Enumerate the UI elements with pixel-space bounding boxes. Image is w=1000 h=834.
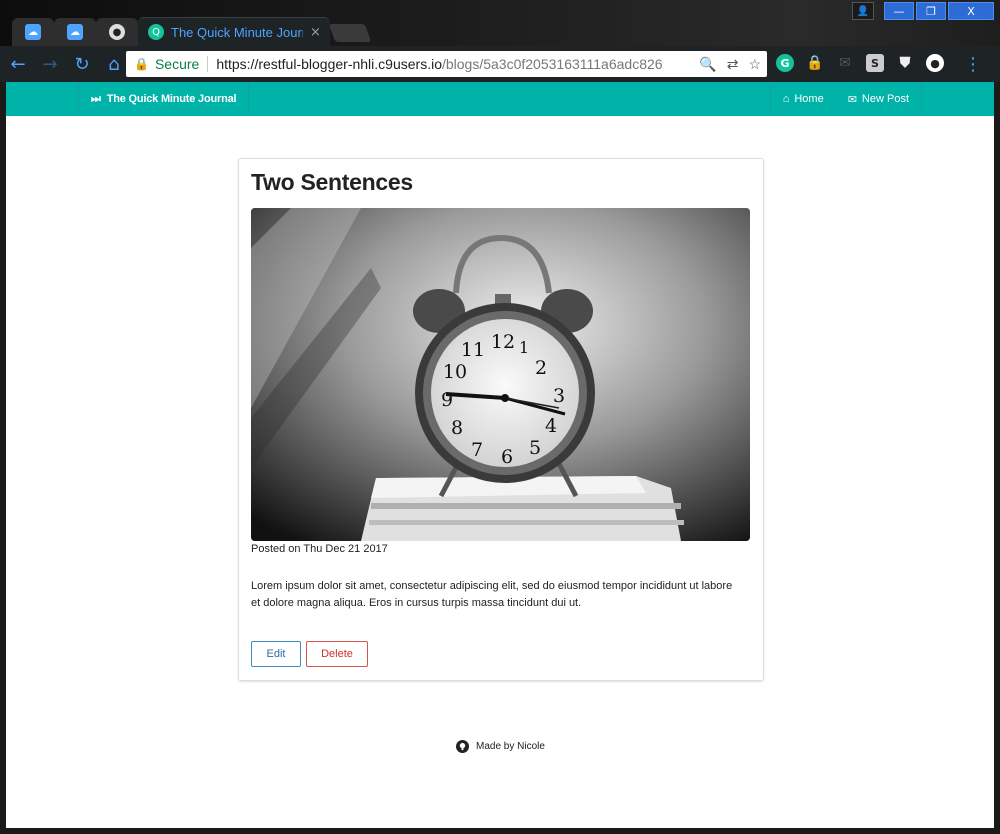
pinned-tab-cloud9-1[interactable]: ☁ — [12, 18, 54, 46]
browser-toolbar: ← → ↻ ⌂ 🔒 Secure https://restful-blogger… — [0, 46, 1000, 82]
svg-text:7: 7 — [471, 439, 483, 461]
post-body: Lorem ipsum dolor sit amet, consectetur … — [251, 580, 733, 609]
minimize-button[interactable]: — — [884, 2, 914, 20]
nav-home[interactable]: ⌂ Home — [771, 82, 836, 116]
svg-text:8: 8 — [451, 417, 463, 439]
lastpass-icon[interactable]: 🔒 — [806, 54, 824, 72]
omnibox-actions: 🔍 ⇄ ☆ — [699, 56, 761, 73]
envelope-icon: ✉ — [847, 93, 857, 106]
browser-menu-icon[interactable]: ⋮ — [964, 54, 982, 75]
home-icon[interactable]: ⌂ — [100, 50, 128, 78]
zoom-icon[interactable]: 🔍 — [699, 56, 716, 73]
edit-button[interactable]: Edit — [251, 641, 301, 667]
url-path: /blogs/5a3c0f2053163111a6adc826 — [441, 56, 663, 72]
pinned-tab-cloud9-2[interactable]: ☁ — [54, 18, 96, 46]
back-arrow-icon[interactable]: ← — [4, 50, 32, 78]
extension-bar: G 🔒 ✉ S ⛊ ● — [776, 54, 944, 72]
tab-close-icon[interactable]: × — [310, 25, 321, 40]
browser-titlebar: ☁ ☁ ● Q The Quick Minute Journal × 👤 — ❐… — [0, 0, 1000, 46]
close-window-button[interactable]: X — [948, 2, 994, 20]
new-tab-button[interactable] — [328, 24, 372, 42]
shield-extension-icon[interactable]: ⛊ — [896, 54, 914, 72]
translate-icon[interactable]: ⇄ — [727, 56, 739, 73]
address-bar[interactable]: 🔒 Secure https://restful-blogger-nhli.c9… — [126, 51, 767, 77]
home-icon: ⌂ — [782, 93, 790, 105]
nav-links: ⌂ Home ✉ New Post — [769, 82, 922, 116]
pinned-tab-github[interactable]: ● — [96, 18, 138, 46]
divider — [207, 56, 209, 72]
fast-forward-icon: ⏭ — [91, 92, 101, 105]
svg-text:12: 12 — [491, 331, 515, 353]
svg-text:10: 10 — [443, 361, 467, 383]
delete-button[interactable]: Delete — [306, 641, 368, 667]
grammarly-icon[interactable]: G — [776, 54, 794, 72]
svg-text:4: 4 — [545, 415, 557, 437]
post-title: Two Sentences — [251, 169, 413, 195]
post-date-line: Posted on Thu Dec 21 2017 — [251, 543, 388, 555]
github-icon[interactable] — [456, 740, 469, 753]
nav-new-post[interactable]: ✉ New Post — [836, 82, 921, 116]
s-extension-icon[interactable]: S — [866, 54, 884, 72]
brand-label: The Quick Minute Journal — [106, 93, 237, 105]
page-viewport: ⏭ The Quick Minute Journal ⌂ Home ✉ New … — [6, 82, 994, 828]
site-navbar: ⏭ The Quick Minute Journal ⌂ Home ✉ New … — [6, 82, 994, 116]
footer: Made by Nicole — [456, 740, 545, 753]
svg-text:2: 2 — [535, 357, 547, 379]
lock-icon: 🔒 — [134, 57, 149, 71]
post-card: Two Sentences 12 2 3 4 5 6 7 8 9 10 11 1… — [238, 158, 764, 681]
url-host: https://restful-blogger-nhli.c9users.io — [216, 56, 442, 72]
svg-text:3: 3 — [553, 385, 565, 407]
window-controls: 👤 — ❐ X — [852, 2, 994, 20]
maximize-button[interactable]: ❐ — [916, 2, 946, 20]
posted-date: Thu Dec 21 2017 — [303, 543, 388, 555]
nav-new-post-label: New Post — [861, 93, 909, 105]
github-icon: ● — [109, 24, 125, 40]
tab-quick-minute-journal[interactable]: Q The Quick Minute Journal × — [138, 17, 330, 46]
footer-credit: Made by Nicole — [476, 741, 545, 752]
cloud-icon: ☁ — [67, 24, 83, 40]
svg-text:1: 1 — [519, 338, 529, 357]
bookmark-star-icon[interactable]: ☆ — [748, 56, 761, 73]
post-image: 12 2 3 4 5 6 7 8 9 10 11 1 — [251, 208, 750, 541]
secure-label: Secure — [154, 56, 200, 72]
forward-arrow-icon[interactable]: → — [36, 50, 64, 78]
reload-icon[interactable]: ↻ — [68, 50, 96, 78]
alarm-clock-illustration: 12 2 3 4 5 6 7 8 9 10 11 1 — [251, 208, 750, 541]
mail-icon[interactable]: ✉ — [836, 54, 854, 72]
cloud-icon: ☁ — [25, 24, 41, 40]
profile-icon[interactable]: 👤 — [852, 2, 874, 20]
tab-title: The Quick Minute Journal — [171, 24, 303, 40]
brand-link[interactable]: ⏭ The Quick Minute Journal — [78, 82, 250, 116]
svg-text:6: 6 — [501, 446, 513, 468]
posted-prefix: Posted on — [251, 543, 304, 555]
circle-extension-icon[interactable]: ● — [926, 54, 944, 72]
svg-text:5: 5 — [529, 437, 541, 459]
tab-favicon-icon: Q — [148, 24, 164, 40]
nav-home-label: Home — [794, 93, 824, 105]
svg-text:11: 11 — [461, 339, 485, 361]
